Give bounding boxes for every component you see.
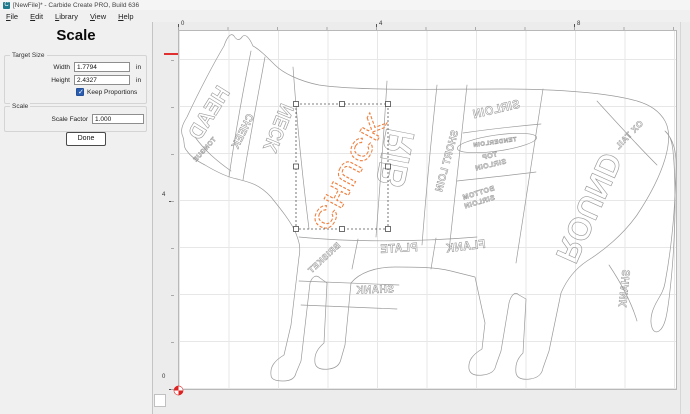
- target-size-legend: Target Size: [10, 52, 47, 59]
- height-input[interactable]: [74, 75, 130, 85]
- label-shank-rear: SHANK: [617, 269, 633, 308]
- label-flank: FLANK: [445, 238, 486, 255]
- label-top-sirloin-2: SIRLOIN: [474, 159, 507, 173]
- menu-library[interactable]: Library: [49, 12, 84, 21]
- v-ruler-label-4: 4: [162, 192, 165, 198]
- done-button[interactable]: Done: [66, 132, 106, 146]
- label-tenderloin: TENDERLOIN: [473, 137, 517, 149]
- label-shank-front: SHANK: [356, 283, 394, 297]
- design-canvas[interactable]: HEAD TONGUE CHEEK NECK CHUCK RIB SHORT L…: [178, 30, 677, 390]
- menu-file[interactable]: File: [0, 12, 24, 21]
- label-plate: PLATE: [380, 242, 418, 257]
- keep-proportions-label: Keep Proportions: [87, 89, 137, 96]
- selection-handle-bottom-right[interactable]: [386, 227, 391, 232]
- panel-title: Scale: [0, 27, 152, 44]
- h-ruler-label-8: 8: [577, 21, 580, 27]
- scale-factor-label: Scale Factor: [20, 116, 88, 123]
- h-ruler-label-4: 4: [379, 21, 382, 27]
- label-sirloin: SIRLOIN: [471, 98, 521, 121]
- label-short-loin: SHORT LOIN: [434, 129, 462, 193]
- label-brisket: BRISKET: [305, 240, 342, 275]
- selection-handle-bottom-left[interactable]: [294, 227, 299, 232]
- scale-panel: Scale Target Size Width in Height in Kee…: [0, 22, 152, 414]
- window-title: [NewFile]* - Carbide Create PRO, Build 6…: [13, 2, 139, 9]
- label-round: ROUND: [549, 147, 630, 269]
- origin-marker-icon: [173, 385, 184, 396]
- app-window: C [NewFile]* - Carbide Create PRO, Build…: [0, 0, 690, 414]
- width-input[interactable]: [74, 62, 130, 72]
- selection-handle-top-mid[interactable]: [340, 102, 345, 107]
- menu-help[interactable]: Help: [112, 12, 139, 21]
- width-label: Width: [28, 64, 70, 71]
- label-cheek: CHEEK: [229, 112, 257, 151]
- app-icon: C: [3, 2, 10, 9]
- height-label: Height: [28, 77, 70, 84]
- canvas-right-edge: [680, 22, 681, 414]
- titlebar: C [NewFile]* - Carbide Create PRO, Build…: [0, 0, 690, 10]
- menu-edit[interactable]: Edit: [24, 12, 49, 21]
- menubar: File Edit Library View Help: [0, 10, 690, 22]
- vertical-ruler-minor-ticks: [171, 30, 174, 390]
- label-rib: RIB: [367, 125, 424, 191]
- height-unit: in: [136, 77, 141, 84]
- ruler-corner-box: [154, 394, 166, 407]
- keep-proportions-checkbox[interactable]: [76, 88, 84, 96]
- selection-handle-mid-left[interactable]: [294, 164, 299, 169]
- scale-legend: Scale: [10, 103, 30, 110]
- selection-handle-top-right[interactable]: [386, 102, 391, 107]
- label-head: HEAD: [184, 82, 235, 144]
- cow-butcher-diagram: HEAD TONGUE CHEEK NECK CHUCK RIB SHORT L…: [179, 31, 678, 391]
- menu-view[interactable]: View: [84, 12, 112, 21]
- cow-tail-outline: [651, 131, 676, 332]
- label-neck: NECK: [258, 101, 298, 156]
- selection-handle-bottom-mid[interactable]: [340, 227, 345, 232]
- selection-handle-top-left[interactable]: [294, 102, 299, 107]
- h-ruler-label-0: 0: [181, 21, 184, 27]
- selection-handle-mid-right[interactable]: [386, 164, 391, 169]
- width-unit: in: [136, 64, 141, 71]
- v-ruler-label-0: 0: [162, 374, 165, 380]
- scale-factor-input[interactable]: [92, 114, 144, 124]
- canvas-zone: 0 4 8 4 0 HEAD TONGUE CHEEK: [152, 22, 690, 414]
